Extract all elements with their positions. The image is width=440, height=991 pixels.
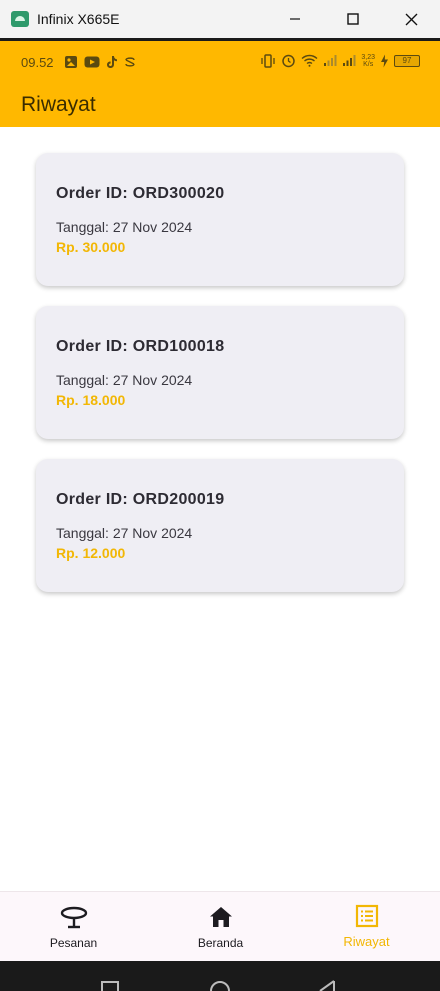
- order-id: Order ID: ORD200019: [56, 491, 225, 508]
- charging-icon: [381, 54, 388, 67]
- home-icon: [209, 907, 232, 927]
- status-icons-right: 3,23 K/s 97: [260, 53, 420, 68]
- vibrate-icon: [261, 53, 276, 68]
- order-total: Rp. 18.000: [56, 392, 126, 408]
- minimize-icon: [290, 18, 300, 20]
- gallery-icon: [64, 56, 77, 68]
- order-total: Rp. 12.000: [56, 545, 126, 561]
- nav-label-riwayat: Riwayat: [343, 934, 390, 949]
- close-button[interactable]: [382, 0, 440, 38]
- order-history-list: Order ID: ORD300020 Tanggal: 27 Nov 2024…: [0, 127, 440, 891]
- maximize-icon: [347, 13, 359, 25]
- nav-item-beranda[interactable]: Beranda: [147, 892, 294, 962]
- nav-label-pesanan: Pesanan: [49, 936, 98, 950]
- cloud-sync-icon: [124, 57, 135, 67]
- recent-apps-icon[interactable]: [101, 981, 119, 991]
- order-card[interactable]: Order ID: ORD100018 Tanggal: 27 Nov 2024…: [36, 306, 404, 439]
- tiktok-icon: [106, 56, 117, 68]
- window-titlebar: Infinix X665E: [0, 0, 440, 38]
- wifi-icon: [301, 54, 318, 67]
- page-title: Riwayat: [21, 93, 96, 116]
- network-speed: 3,23 K/s: [361, 54, 375, 68]
- window-controls: [266, 0, 440, 38]
- app-bar: 09.52 3,23 K/s 97 Riwayat: [0, 41, 440, 127]
- order-total: Rp. 30.000: [56, 239, 126, 255]
- signal-icon: [343, 55, 356, 66]
- order-date: Tanggal: 27 Nov 2024: [56, 219, 193, 235]
- window-title: Infinix X665E: [37, 11, 120, 27]
- dining-table-icon: [60, 906, 87, 929]
- youtube-icon: [84, 56, 100, 68]
- order-id: Order ID: ORD300020: [56, 185, 225, 202]
- order-card[interactable]: Order ID: ORD300020 Tanggal: 27 Nov 2024…: [36, 153, 404, 286]
- status-time: 09.52: [21, 54, 54, 70]
- nav-item-pesanan[interactable]: Pesanan: [0, 892, 147, 962]
- signal-icon: [324, 55, 337, 66]
- nav-label-beranda: Beranda: [197, 936, 244, 950]
- emulator-window: Infinix X665E 09.52 3,23 K/s 97 Riwayat …: [0, 0, 440, 991]
- order-id: Order ID: ORD100018: [56, 338, 225, 355]
- maximize-button[interactable]: [324, 0, 382, 38]
- battery-icon: 97: [394, 54, 420, 67]
- list-icon: [355, 904, 378, 928]
- status-bar: 09.52 3,23 K/s 97: [0, 41, 440, 83]
- order-date: Tanggal: 27 Nov 2024: [56, 372, 193, 388]
- network-speed-value: 3,23: [361, 53, 375, 61]
- order-date: Tanggal: 27 Nov 2024: [56, 525, 193, 541]
- system-navigation-bar: [0, 961, 440, 991]
- home-circle-icon[interactable]: [209, 980, 231, 991]
- bottom-navigation: Pesanan Beranda Riwayat: [0, 891, 440, 961]
- nav-item-riwayat[interactable]: Riwayat: [293, 892, 440, 962]
- back-icon[interactable]: [318, 980, 336, 991]
- close-icon: [405, 13, 417, 25]
- alarm-icon: [282, 54, 296, 68]
- network-speed-unit: K/s: [363, 60, 374, 68]
- android-icon: [11, 11, 29, 27]
- minimize-button[interactable]: [266, 0, 324, 38]
- status-icons-left: [64, 55, 136, 69]
- order-card[interactable]: Order ID: ORD200019 Tanggal: 27 Nov 2024…: [36, 459, 404, 592]
